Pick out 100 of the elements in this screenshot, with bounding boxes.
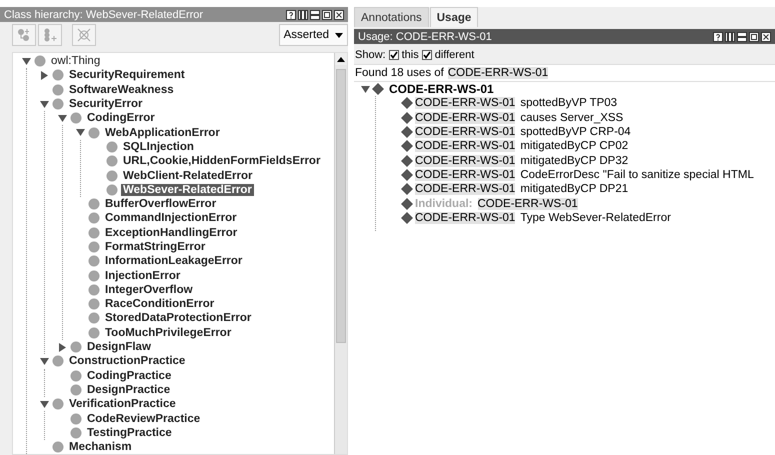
- minimize-icon[interactable]: [310, 10, 320, 20]
- class-item[interactable]: Mechanism: [67, 441, 134, 454]
- class-icon: [106, 184, 118, 196]
- entity-name[interactable]: CODE-ERR-WS-01: [415, 140, 516, 152]
- individual-icon: [372, 83, 384, 96]
- maximize-icon[interactable]: [322, 10, 332, 20]
- class-item[interactable]: WebSever-RelatedError: [121, 184, 254, 196]
- class-item[interactable]: owl:Thing: [49, 55, 102, 68]
- class-icon: [52, 69, 64, 82]
- tab[interactable]: Usage: [430, 7, 478, 27]
- entity-name[interactable]: CODE-ERR-WS-01: [415, 154, 516, 167]
- class-item[interactable]: InjectionError: [103, 270, 182, 282]
- class-item[interactable]: InformationLeakageError: [103, 255, 244, 268]
- class-item[interactable]: RaceConditionError: [103, 298, 216, 310]
- class-item[interactable]: SecurityRequirement: [67, 69, 187, 82]
- axiom-text: spottedByVP CRP-04: [520, 126, 631, 138]
- class-icon: [52, 441, 64, 454]
- class-item[interactable]: CodingPractice: [85, 370, 174, 382]
- class-item[interactable]: ExceptionHandlingError: [103, 226, 240, 239]
- class-item[interactable]: DesignPractice: [85, 384, 172, 396]
- help-icon[interactable]: [286, 10, 296, 20]
- scrollbar[interactable]: [334, 53, 347, 454]
- axiom-text: CodeErrorDesc "Fail to sanitize special HTML: [520, 168, 754, 181]
- entity-name[interactable]: CODE-ERR-WS-01: [415, 183, 516, 196]
- panel-title: Class hierarchy: WebSever-RelatedError: [4, 8, 204, 20]
- checkbox[interactable]: [422, 50, 432, 60]
- class-item[interactable]: WebClient-RelatedError: [121, 170, 255, 182]
- entity-name[interactable]: CODE-ERR-WS-01: [415, 168, 516, 181]
- axiom-text: mitigatedByCP CP02: [520, 140, 628, 152]
- class-item[interactable]: SoftwareWeakness: [67, 84, 176, 96]
- collapse-toggle-icon[interactable]: [76, 128, 85, 138]
- class-icon: [70, 112, 82, 124]
- class-item[interactable]: URL,Cookie,HiddenFormFieldsError: [121, 155, 322, 168]
- checkbox[interactable]: [388, 50, 399, 60]
- class-icon: [52, 355, 64, 368]
- class-item[interactable]: StoredDataProtectionError: [103, 312, 254, 324]
- scrollbar-thumb[interactable]: [336, 69, 346, 343]
- close-icon[interactable]: [334, 10, 344, 20]
- up-arrow-icon: [337, 56, 345, 62]
- expand-toggle-icon[interactable]: [40, 70, 49, 80]
- help-icon[interactable]: [713, 32, 723, 42]
- entity-name[interactable]: CODE-ERR-WS-01: [415, 212, 516, 224]
- collapse-toggle-icon[interactable]: [40, 100, 49, 109]
- class-item[interactable]: ConstructionPractice: [67, 355, 188, 368]
- checkbox-label[interactable]: this: [402, 49, 419, 61]
- split-icon[interactable]: [298, 10, 308, 20]
- class-item[interactable]: CommandInjectionError: [103, 212, 239, 224]
- class-item[interactable]: IntegerOverflow: [103, 284, 195, 296]
- class-icon: [52, 98, 64, 110]
- usage-root[interactable]: CODE-ERR-WS-01: [389, 82, 494, 96]
- collapse-toggle-icon[interactable]: [361, 84, 370, 94]
- maximize-icon[interactable]: [749, 32, 759, 42]
- found-count-text: Found 18 uses of: [355, 67, 444, 79]
- class-item[interactable]: WebApplicationError: [103, 126, 222, 139]
- individual-icon: [401, 97, 413, 110]
- class-icon: [88, 126, 100, 139]
- add-sibling-icon: [43, 28, 57, 42]
- class-icon: [106, 155, 118, 168]
- checkbox-label[interactable]: different: [434, 49, 474, 61]
- class-item[interactable]: TestingPractice: [85, 426, 174, 439]
- class-icon: [70, 341, 82, 354]
- entity-name[interactable]: CODE-ERR-WS-01: [415, 112, 516, 124]
- class-icon: [70, 412, 82, 425]
- class-item[interactable]: BufferOverflowError: [103, 198, 218, 210]
- collapse-toggle-icon[interactable]: [58, 114, 67, 123]
- class-item[interactable]: CodeReviewPractice: [85, 412, 202, 425]
- individual-icon: [401, 140, 413, 152]
- individual-icon: [401, 212, 413, 224]
- class-icon: [106, 170, 118, 182]
- individual-icon: [401, 183, 413, 196]
- minimize-icon[interactable]: [737, 32, 747, 42]
- dropdown-arrow-icon: [335, 32, 343, 38]
- class-icon: [70, 384, 82, 396]
- tab[interactable]: Annotations: [354, 7, 429, 27]
- collapse-toggle-icon[interactable]: [22, 56, 31, 66]
- delete-icon: [77, 28, 91, 42]
- class-item[interactable]: VerificationPractice: [67, 398, 178, 410]
- expand-toggle-icon[interactable]: [58, 342, 67, 352]
- individual-icon: [401, 198, 413, 210]
- class-icon: [70, 370, 82, 382]
- class-icon: [88, 212, 100, 224]
- class-item[interactable]: SQLInjection: [121, 140, 196, 153]
- entity-name[interactable]: CODE-ERR-WS-01: [415, 97, 516, 110]
- class-icon: [88, 284, 100, 296]
- entity-name[interactable]: CODE-ERR-WS-01: [478, 198, 578, 210]
- scroll-up-button[interactable]: [335, 53, 347, 65]
- asserted-dropdown[interactable]: Asserted: [278, 24, 348, 46]
- class-item[interactable]: FormatStringError: [103, 241, 208, 253]
- class-icon: [88, 226, 100, 239]
- collapse-toggle-icon[interactable]: [40, 356, 49, 366]
- class-icon: [70, 426, 82, 439]
- class-item[interactable]: SecurityError: [67, 98, 145, 110]
- split-icon[interactable]: [725, 32, 735, 42]
- class-item[interactable]: DesignFlaw: [85, 341, 153, 354]
- collapse-toggle-icon[interactable]: [40, 400, 49, 409]
- class-item[interactable]: TooMuchPrivilegeError: [103, 326, 234, 339]
- class-item[interactable]: CodingError: [85, 112, 157, 124]
- entity-name[interactable]: CODE-ERR-WS-01: [415, 126, 516, 138]
- entity-name: CODE-ERR-WS-01: [448, 67, 548, 79]
- close-icon[interactable]: [761, 32, 771, 42]
